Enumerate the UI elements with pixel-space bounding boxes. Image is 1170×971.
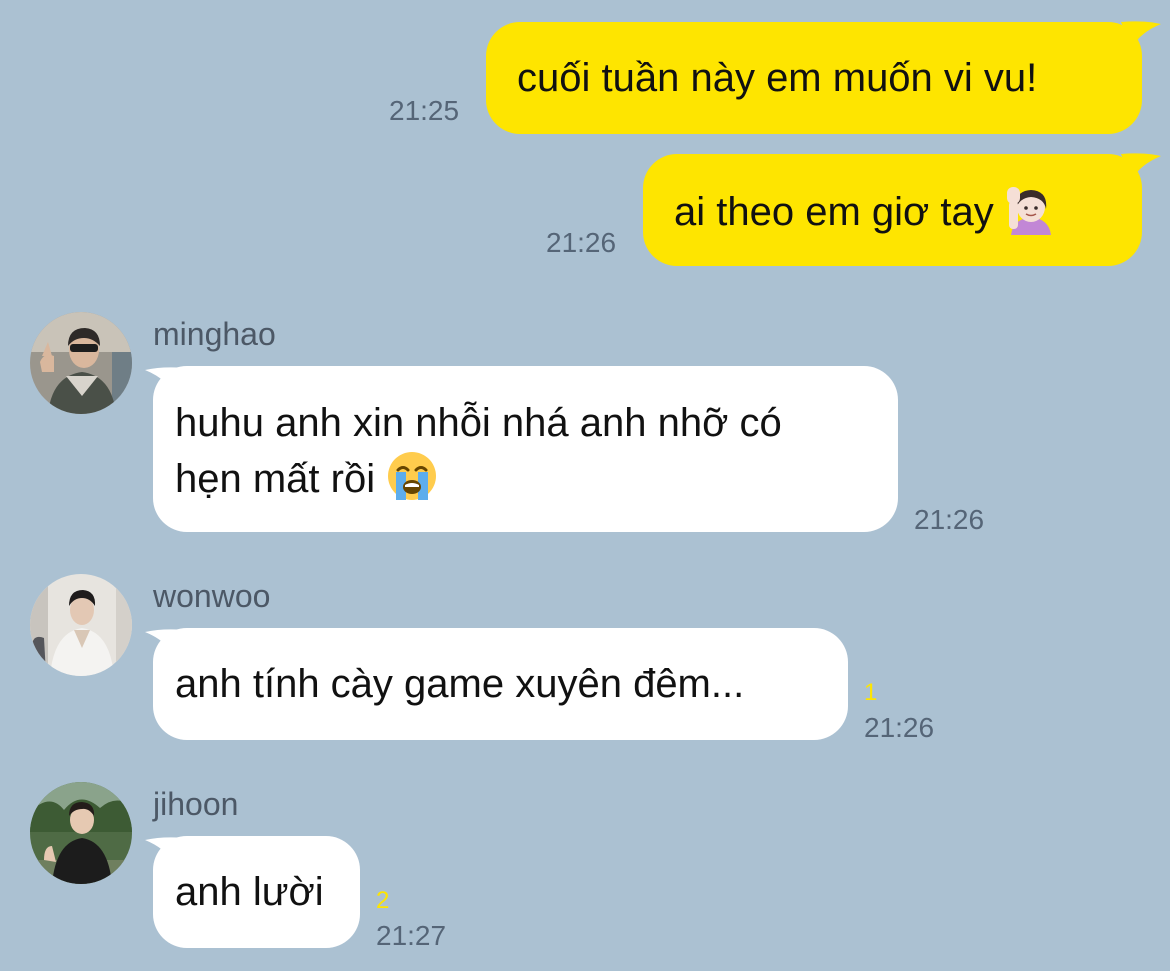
- message-text: cuối tuần này em muốn vi vu!: [517, 56, 1038, 100]
- avatar[interactable]: [30, 782, 132, 884]
- sender-name: minghao: [153, 316, 276, 352]
- message-bubble[interactable]: cuối tuần này em muốn vi vu!: [486, 22, 1142, 134]
- message-time: 21:27: [376, 920, 447, 951]
- person-raising-hand-emoji: [1005, 183, 1057, 235]
- message-bubble[interactable]: huhu anh xin nhỗi nhá anh nhỡ có hẹn mất…: [153, 366, 898, 532]
- message-bubble[interactable]: anh tính cày game xuyên đêm...: [153, 628, 848, 740]
- unread-count: 1: [864, 679, 878, 706]
- message-time: 21:26: [864, 712, 935, 743]
- message-bubble[interactable]: ai theo em giơ tay: [643, 154, 1142, 266]
- sender-name: jihoon: [153, 786, 239, 822]
- sender-name: wonwoo: [153, 578, 271, 614]
- avatar[interactable]: [30, 574, 132, 676]
- message-text: anh tính cày game xuyên đêm...: [175, 662, 745, 706]
- message-time: 21:26: [914, 504, 985, 535]
- message-text-line-1: huhu anh xin nhỗi nhá anh nhỡ có: [175, 401, 782, 445]
- message-time: 21:26: [546, 227, 617, 258]
- message-text: anh lười: [175, 870, 324, 914]
- message-time: 21:25: [389, 95, 460, 126]
- loudly-crying-face-emoji: [386, 450, 438, 502]
- message-bubble[interactable]: anh lười: [153, 836, 360, 948]
- message-text: hẹn mất rồi: [175, 457, 376, 501]
- message-text: ai theo em giơ tay: [674, 190, 994, 234]
- avatar[interactable]: [30, 312, 132, 414]
- unread-count: 2: [376, 887, 390, 914]
- message-text-line-2: hẹn mất rồi: [175, 450, 898, 506]
